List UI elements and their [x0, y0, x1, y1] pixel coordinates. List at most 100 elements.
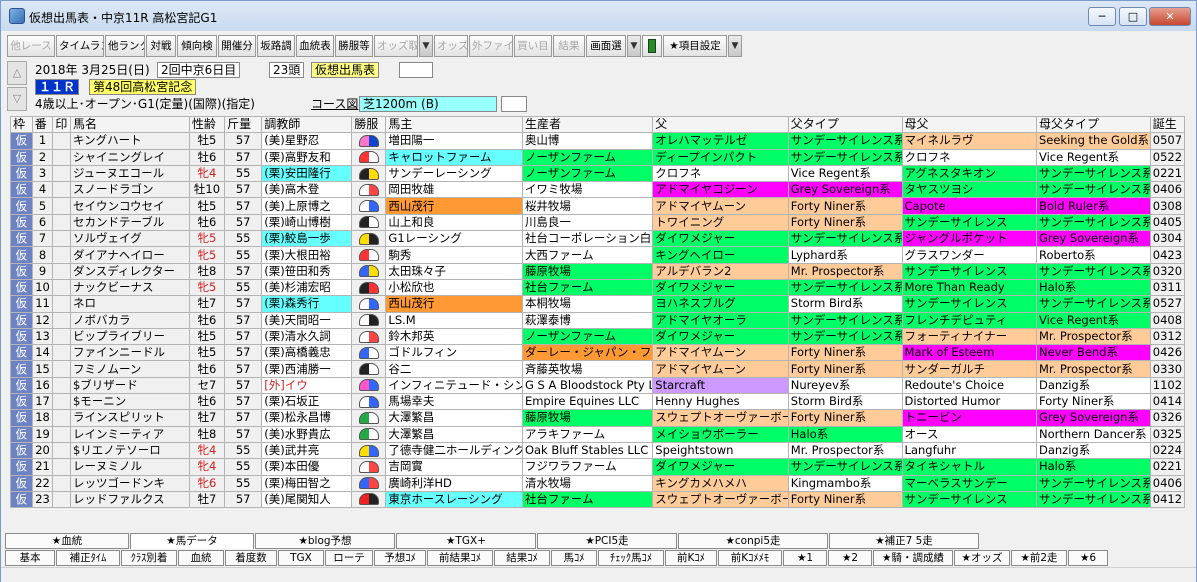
tab-top-5[interactable]: ★conpi5走 — [678, 533, 828, 549]
table-row[interactable]: 仮 6 セカンドテーブル 牡6 57 (栗)崎山博樹 山上和良 川島良一 トワイニング Forty… — [10, 213, 1186, 232]
table-row[interactable]: 仮 18 ラインスピリット 牡7 57 (栗)松永昌博 大澤繁昌 藤原牧場 スウェプトオーヴァー… — [10, 409, 1186, 427]
mark-cell[interactable] — [52, 327, 71, 346]
table-row[interactable]: 仮 2 シャイニングレイ 牡6 57 (栗)高野友和 キャロットファーム ノーザンファーム ディ… — [10, 148, 1186, 166]
toolbar-button-3[interactable]: 対戦 — [146, 35, 176, 57]
mark-cell[interactable] — [52, 213, 71, 232]
tab-bottom-15[interactable]: ★2 — [828, 550, 872, 566]
tab-top-2[interactable]: ★blog予想 — [255, 533, 395, 549]
tab-bottom-16[interactable]: ★騎・調成績 — [873, 550, 953, 566]
mark-cell[interactable] — [52, 246, 71, 264]
toolbar-button-5[interactable]: 開催分 — [218, 35, 256, 57]
silks-icon — [358, 167, 379, 180]
table-row[interactable]: 仮 13 ビップライブリー 牡5 57 (栗)清水久詞 鈴木邦英 ノーザンファーム ダイワメジャ… — [10, 327, 1186, 346]
tab-bottom-7[interactable]: 予想ｺﾒ — [374, 550, 426, 566]
dam-sire-type: サンデーサイレンス系 — [1035, 262, 1151, 280]
dropdown-arrow-icon[interactable]: ▼ — [627, 35, 641, 57]
table-row[interactable]: 仮 4 スノードラゴン 牡10 57 (美)高木登 岡田牧雄 イワミ牧場 アドマイヤコジーン Gr… — [10, 181, 1186, 199]
tab-top-6[interactable]: ★補正7 5走 — [829, 533, 979, 549]
mark-cell[interactable] — [52, 278, 71, 297]
table-row[interactable]: 仮 11 ネロ 牡7 57 (栗)森秀行 西山茂行 本桐牧場 ヨハネスブルグ Storm Bird… — [10, 295, 1186, 313]
tab-bottom-17[interactable]: ★オッズ — [954, 550, 1010, 566]
mark-cell[interactable] — [52, 425, 71, 443]
mark-cell[interactable] — [52, 164, 71, 183]
table-row[interactable]: 仮 10 ナックビーナス 牝5 55 (美)杉浦宏昭 小松欣也 社台ファーム ダイワメジャー サン… — [10, 278, 1186, 297]
pin-icon[interactable] — [642, 35, 662, 57]
table-row[interactable]: 仮 5 セイウンコウセイ 牡5 57 (美)上原博之 西山茂行 桜井牧場 アドマイヤムーン For… — [10, 197, 1186, 215]
toolbar-button-4[interactable]: 傾向検 — [177, 35, 217, 57]
table-row[interactable]: 仮 3 ジューヌエコール 牝4 55 (栗)安田隆行 サンデーレーシング ノーザンファーム クロ… — [10, 164, 1186, 183]
table-row[interactable]: 仮 9 ダンスディレクター 牡8 57 (栗)笹田和秀 太田珠々子 藤原牧場 アルデバラン2 Mr… — [10, 262, 1186, 280]
tab-bottom-5[interactable]: TGX — [278, 550, 324, 566]
mark-cell[interactable] — [52, 181, 71, 199]
mark-cell[interactable] — [52, 311, 71, 329]
mark-cell[interactable] — [52, 197, 71, 215]
table-row[interactable]: 仮 23 レッドファルクス 牡7 57 (美)尾関知人 東京ホースレーシング 社台ファーム スウ… — [10, 490, 1186, 509]
table-row[interactable]: 仮 17 $モーニン 牡6 57 (栗)石坂正 馬場幸夫 Empire Equines LLC… — [10, 393, 1186, 411]
tab-bottom-0[interactable]: 基本 — [5, 550, 55, 566]
close-button[interactable]: ✕ — [1149, 7, 1191, 26]
mark-cell[interactable] — [52, 376, 71, 395]
table-row[interactable]: 仮14 ファインニードル牡557(栗)高橋義忠 ゴドルフィンダーレー・ジャパン・ファ… — [10, 344, 1186, 362]
mark-cell[interactable] — [52, 474, 71, 492]
table-row[interactable]: 仮 21 レーヌミノル 牝4 55 (栗)本田優 吉岡實 フジワラファーム ダイワメジャー サンデ… — [10, 458, 1186, 476]
mark-cell[interactable] — [52, 132, 71, 150]
mark-cell[interactable] — [52, 295, 71, 313]
mark-cell[interactable] — [52, 148, 71, 166]
tab-bottom-2[interactable]: ｸﾗｽ別着 — [121, 550, 177, 566]
tab-top-3[interactable]: ★TGX+ — [396, 533, 536, 549]
horse-name: レッツゴードンキ — [69, 474, 190, 492]
table-row[interactable]: 仮16 $ブリザードセ757[外]イウ インフィニテュード・シンジケートG S A … — [10, 376, 1186, 395]
tab-bottom-9[interactable]: 結果ｺﾒ — [494, 550, 550, 566]
mark-cell[interactable] — [52, 360, 71, 378]
table-row[interactable]: 仮 20 $リエノテソーロ 牝4 55 (美)武井亮 了德寺健二ホールディングス Oak Bl… — [10, 441, 1186, 460]
toolbar-button-2[interactable]: 他ランク — [105, 35, 145, 57]
mark-cell[interactable] — [52, 230, 71, 248]
mark-cell[interactable] — [52, 458, 71, 476]
toolbar-button-6[interactable]: 坂路調 — [257, 35, 295, 57]
toolbar-button-8[interactable]: 勝服等 — [335, 35, 373, 57]
table-row[interactable]: 仮 1 キングハート 牡5 57 (美)星野忍 増田陽一 奥山博 オレハマッテルゼ サンデーサイレ… — [10, 132, 1186, 150]
course-map-link[interactable]: コース図 — [311, 96, 358, 112]
table-row[interactable]: 仮7 ソルヴェイグ牝555(栗)鮫島一歩 G1レーシング社台コーポレーション白老ファ… — [10, 230, 1186, 248]
tab-bottom-14[interactable]: ★1 — [783, 550, 827, 566]
toolbar-button-7[interactable]: 血統表 — [296, 35, 334, 57]
tab-bottom-19[interactable]: ★6 — [1068, 550, 1108, 566]
sex-age: 牡5 — [188, 132, 226, 150]
mark-cell[interactable] — [52, 441, 71, 460]
tab-bottom-3[interactable]: 血統 — [178, 550, 224, 566]
tab-bottom-11[interactable]: ﾁｪｯｸ馬ｺﾒ — [598, 550, 664, 566]
table-row[interactable]: 仮 19 レインミーティア 牡8 57 (美)水野貴広 大澤繁昌 アラキファーム メイショウボー… — [10, 425, 1186, 443]
mark-cell[interactable] — [52, 393, 71, 411]
prev-race-arrow-icon[interactable]: △ — [7, 61, 27, 85]
tab-top-0[interactable]: ★血統 — [5, 533, 129, 549]
mark-cell[interactable] — [52, 490, 71, 509]
birth-date: 0304 — [1149, 230, 1186, 248]
mark-cell[interactable] — [52, 344, 71, 362]
mark-cell[interactable] — [52, 409, 71, 427]
sire-type: Kingmambo系 — [787, 474, 903, 492]
minimize-button[interactable]: ─ — [1088, 7, 1116, 26]
mark-cell[interactable] — [52, 262, 71, 280]
table-row[interactable]: 仮 15 フミノムーン 牡6 57 (栗)西浦勝一 谷二 斉藤英牧場 アドマイヤムーン Forty… — [10, 360, 1186, 378]
next-race-arrow-icon[interactable]: ▽ — [7, 87, 27, 111]
table-row[interactable]: 仮 8 ダイアナヘイロー 牝5 55 (栗)大根田裕 駒秀 大西ファーム キングヘイロー Lyph… — [10, 246, 1186, 264]
toolbar-button-16[interactable]: ★項目設定 — [663, 35, 727, 57]
tab-bottom-4[interactable]: 着度数 — [225, 550, 277, 566]
breeder: ノーザンファーム — [521, 148, 654, 166]
toolbar-button-14[interactable]: 画面選 — [586, 35, 626, 57]
maximize-button[interactable]: □ — [1119, 7, 1147, 26]
dropdown-arrow-icon[interactable]: ▼ — [728, 35, 742, 57]
toolbar-button-1[interactable]: タイムランク — [56, 35, 104, 57]
tab-bottom-18[interactable]: ★前2走 — [1011, 550, 1067, 566]
tab-bottom-1[interactable]: 補正ﾀｲﾑ — [56, 550, 120, 566]
tab-bottom-6[interactable]: ローテ — [325, 550, 373, 566]
table-row[interactable]: 仮 22 レッツゴードンキ 牝6 55 (栗)梅田智之 廣崎利洋HD 清水牧場 キングカメハメハ… — [10, 474, 1186, 492]
dropdown-arrow-icon[interactable]: ▼ — [419, 35, 433, 57]
tab-bottom-12[interactable]: 前Kｺﾒ — [665, 550, 717, 566]
tab-bottom-8[interactable]: 前結果ｺﾒ — [427, 550, 493, 566]
tab-top-1[interactable]: ★馬データ — [130, 533, 254, 549]
tab-bottom-10[interactable]: 馬ｺﾒ — [551, 550, 597, 566]
tab-top-4[interactable]: ★PCI5走 — [537, 533, 677, 549]
tab-bottom-13[interactable]: 前Kｺﾒﾒﾓ — [718, 550, 782, 566]
table-row[interactable]: 仮 12 ノボバカラ 牡6 57 (美)天間昭一 LS.M 萩澤泰博 アドマイヤオーラ サンデーサ… — [10, 311, 1186, 329]
